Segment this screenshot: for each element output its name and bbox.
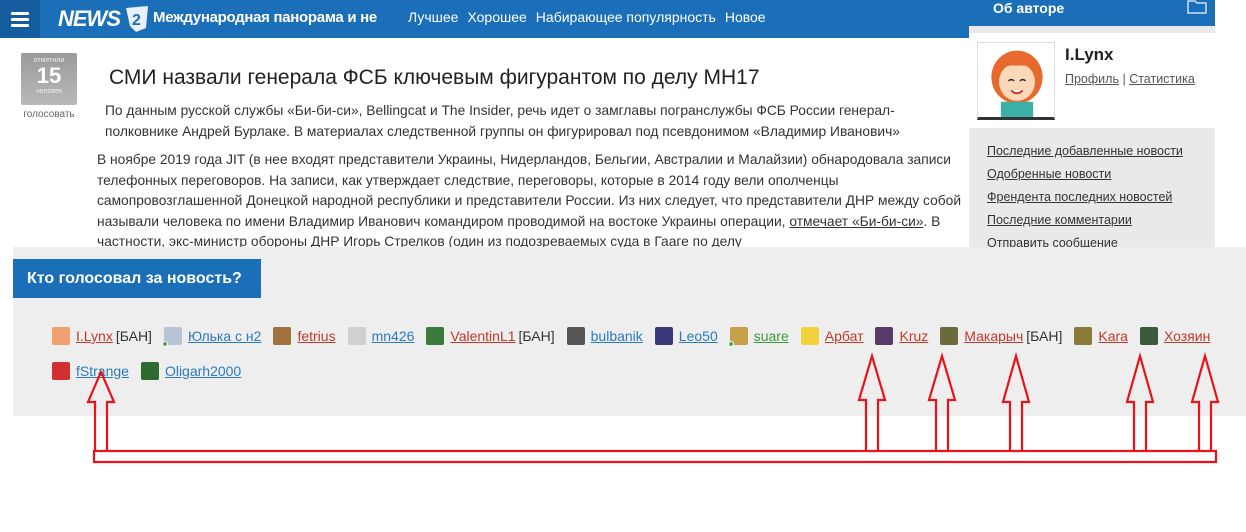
voter-avatar-icon[interactable] xyxy=(161,327,182,347)
voter-avatar-icon[interactable] xyxy=(654,327,673,345)
voters-row-2: fStrange Oligarh2000 xyxy=(52,361,253,381)
voter-name-link[interactable]: Oligarh2000 xyxy=(165,363,241,379)
online-status-dot xyxy=(161,341,168,347)
voter-item: ValentinL1 [БАН] xyxy=(426,327,555,345)
voter-avatar-icon[interactable] xyxy=(566,327,585,345)
voters-title-button[interactable]: Кто голосовал за новость? xyxy=(13,259,261,298)
link-separator: | xyxy=(1122,72,1126,86)
profile-link[interactable]: Профиль xyxy=(1065,72,1119,86)
sidebar-link-latest-news[interactable]: Последние добавленные новости xyxy=(987,140,1183,163)
connector-bar xyxy=(92,449,1218,464)
voter-item: Leo50 xyxy=(654,327,718,345)
voter-item: bulbanik xyxy=(566,327,643,345)
voter-name-link[interactable]: fetrius xyxy=(297,328,335,344)
voters-row-1: I.Lynx [БАН] Юлька с н2 fetrius mn426 Valenti… xyxy=(52,326,1222,347)
voter-item: Макарыч [БАН] xyxy=(940,327,1062,345)
voter-name-link[interactable]: Leo50 xyxy=(679,328,718,344)
voter-avatar-icon[interactable] xyxy=(1074,327,1093,345)
voter-avatar-icon[interactable] xyxy=(800,327,819,345)
voter-name-link[interactable]: mn426 xyxy=(372,328,415,344)
online-status-dot xyxy=(727,341,734,347)
voter-avatar-icon[interactable] xyxy=(140,362,159,380)
article-body: В ноябре 2019 года JIT (в нее входят пре… xyxy=(97,150,969,250)
author-links: Профиль | Статистика xyxy=(1065,72,1195,86)
voter-item: Арбат xyxy=(800,327,864,345)
vote-unit-label: человек xyxy=(36,88,62,95)
site-tagline: Международная панорама и не xyxy=(153,9,377,26)
voter-name-link[interactable]: Хозяин xyxy=(1164,328,1210,344)
voter-avatar-icon[interactable] xyxy=(52,327,70,345)
author-card: I.Lynx Профиль | Статистика xyxy=(969,33,1215,128)
logo-badge-icon: 2 xyxy=(126,6,148,32)
voter-avatar-icon[interactable] xyxy=(875,327,894,345)
logo-badge-text: 2 xyxy=(132,12,141,29)
voter-name-link[interactable]: fStrange xyxy=(76,363,129,379)
nav-new[interactable]: Новое xyxy=(725,9,766,25)
voter-avatar-icon[interactable] xyxy=(940,327,959,345)
ban-badge: [БАН] xyxy=(115,328,152,344)
author-avatar[interactable] xyxy=(977,42,1055,120)
sidebar-link-friend-feed[interactable]: Френдента последних новостей xyxy=(987,186,1183,209)
vote-counter[interactable]: отметили 15 человек xyxy=(21,53,77,105)
folder-icon[interactable] xyxy=(1187,0,1207,14)
top-header: NEWS 2 Международная панорама и не Лучше… xyxy=(0,0,969,38)
voter-item: Юлька с н2 xyxy=(161,327,262,347)
sidebar-link-approved-news[interactable]: Одобренные новости xyxy=(987,163,1183,186)
voter-avatar-icon[interactable] xyxy=(1139,327,1158,345)
voter-item: fStrange xyxy=(52,362,129,380)
nav-good[interactable]: Хорошее xyxy=(467,9,526,25)
nav-rising[interactable]: Набирающее популярность xyxy=(536,9,716,25)
voter-name-link[interactable]: I.Lynx xyxy=(76,328,113,344)
logo-text: NEWS xyxy=(58,6,121,31)
voter-item: fetrius xyxy=(273,327,336,345)
voter-avatar-icon[interactable] xyxy=(273,327,292,345)
article-lead: По данным русской службы «Би-би-си», Bel… xyxy=(105,103,900,139)
voter-item: Хозяин xyxy=(1139,327,1210,345)
sidebar-link-latest-comments[interactable]: Последние комментарии xyxy=(987,209,1183,232)
nav-best[interactable]: Лучшее xyxy=(408,9,458,25)
voters-panel: Кто голосовал за новость? I.Lynx [БАН] Юль… xyxy=(13,247,1246,416)
voter-avatar-icon[interactable] xyxy=(52,362,70,380)
voter-item: mn426 xyxy=(347,327,415,345)
ban-badge: [БАН] xyxy=(518,328,555,344)
vote-button[interactable]: голосовать xyxy=(16,109,82,120)
voter-name-link[interactable]: Арбат xyxy=(825,328,864,344)
article-title: СМИ назвали генерала ФСБ ключевым фигура… xyxy=(109,66,760,89)
voter-item: I.Lynx [БАН] xyxy=(52,327,152,345)
voter-name-link[interactable]: Kara xyxy=(1098,328,1128,344)
voter-item: Kara xyxy=(1074,327,1128,345)
author-name: I.Lynx xyxy=(1065,45,1114,64)
main-nav: Лучшее Хорошее Набирающее популярность Н… xyxy=(408,9,766,25)
voter-item: suare xyxy=(727,327,789,347)
voter-name-link[interactable]: Макарыч xyxy=(964,328,1023,344)
article-source-link[interactable]: отмечает «Би-би-си» xyxy=(789,214,923,229)
sidebar-title: Об авторе xyxy=(993,0,1065,16)
site-logo[interactable]: NEWS 2 xyxy=(58,4,152,34)
menu-icon[interactable] xyxy=(0,0,40,38)
voter-item: Kruz xyxy=(875,327,928,345)
stats-link[interactable]: Статистика xyxy=(1129,72,1195,86)
voter-avatar-icon[interactable] xyxy=(426,327,445,345)
voter-avatar-icon[interactable] xyxy=(347,327,366,345)
sidebar-links: Последние добавленные новости Одобренные… xyxy=(987,140,1183,255)
voter-name-link[interactable]: bulbanik xyxy=(591,328,643,344)
sidebar-header: Об авторе xyxy=(969,0,1215,26)
voter-name-link[interactable]: ValentinL1 xyxy=(450,328,515,344)
voter-item: Oligarh2000 xyxy=(140,362,241,380)
ban-badge: [БАН] xyxy=(1026,328,1063,344)
voter-avatar-icon[interactable] xyxy=(727,327,748,347)
vote-count: 15 xyxy=(36,63,62,88)
voter-name-link[interactable]: Kruz xyxy=(899,328,928,344)
girl-avatar-icon xyxy=(991,50,1043,117)
voter-name-link[interactable]: suare xyxy=(754,328,789,344)
author-sidebar: Об авторе I.Lynx Профиль | Статистика По… xyxy=(969,0,1215,250)
voter-name-link[interactable]: Юлька с н2 xyxy=(188,328,262,344)
